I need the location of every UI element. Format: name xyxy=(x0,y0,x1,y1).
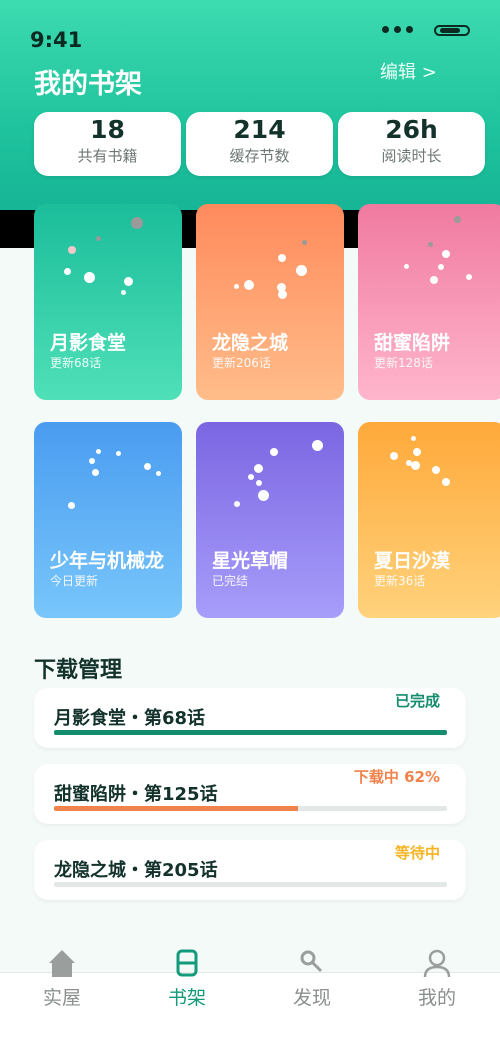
book-update-status: 已完结 xyxy=(212,574,249,588)
stat-label: 共有书籍 xyxy=(77,147,138,165)
download-section-title: 下载管理 xyxy=(34,658,123,683)
stat-cached: 214 缓存节数 xyxy=(186,112,333,176)
book-update-status: 更新36话 xyxy=(374,574,426,588)
book-card[interactable]: 甜蜜陷阱 更新128话 xyxy=(358,204,500,400)
download-item[interactable]: 甜蜜陷阱・第125话 下载中 62% xyxy=(34,764,466,824)
download-item[interactable]: 月影食堂・第68话 已完成 xyxy=(34,688,466,748)
progress-track xyxy=(54,806,447,811)
download-title: 甜蜜陷阱・第125话 xyxy=(54,784,218,805)
progress-fill xyxy=(54,730,447,735)
magnifier-icon xyxy=(300,950,323,973)
status-time: 9:41 xyxy=(30,28,83,52)
book-card[interactable]: 星光草帽 已完结 xyxy=(196,422,344,618)
tab-bar: 实屋 书架 发现 我的 xyxy=(0,949,500,1040)
download-title: 龙隐之城・第205话 xyxy=(54,860,218,881)
book-update-status: 更新206话 xyxy=(212,356,271,370)
book-title: 夏日沙漠 xyxy=(374,550,451,572)
stat-value: 18 xyxy=(90,115,125,144)
book-card[interactable]: 夏日沙漠 更新36话 xyxy=(358,422,500,618)
download-item[interactable]: 龙隐之城・第205话 等待中 xyxy=(34,840,466,900)
tab-label: 我的 xyxy=(417,987,456,1009)
tab-label: 实屋 xyxy=(42,987,81,1009)
download-status: 已完成 xyxy=(394,692,440,710)
bookshelf-icon xyxy=(176,949,198,977)
book-title: 少年与机械龙 xyxy=(50,550,165,572)
book-card[interactable]: 月影食堂 更新68话 xyxy=(34,204,182,400)
download-status: 下载中 62% xyxy=(353,768,440,786)
stat-reading-time: 26h 阅读时长 xyxy=(338,112,485,176)
progress-fill xyxy=(54,806,298,811)
tab-label: 发现 xyxy=(292,987,331,1009)
book-update-status: 更新128话 xyxy=(374,356,433,370)
progress-track xyxy=(54,882,447,887)
person-icon xyxy=(423,949,451,978)
stat-books: 18 共有书籍 xyxy=(34,112,181,176)
tab-label: 书架 xyxy=(167,987,206,1009)
stat-value: 26h xyxy=(385,115,438,144)
edit-button[interactable]: 编辑 > xyxy=(380,58,437,84)
book-card[interactable]: 少年与机械龙 今日更新 xyxy=(34,422,182,618)
page-title: 我的书架 xyxy=(34,69,142,100)
book-card[interactable]: 龙隐之城 更新206话 xyxy=(196,204,344,400)
battery-icon xyxy=(434,25,470,36)
book-update-status: 更新68话 xyxy=(50,356,102,370)
download-title: 月影食堂・第68话 xyxy=(54,708,206,729)
download-status: 等待中 xyxy=(394,844,440,862)
signal-icon xyxy=(382,26,413,33)
house-icon xyxy=(49,950,75,977)
book-title: 星光草帽 xyxy=(212,550,289,572)
book-title: 甜蜜陷阱 xyxy=(374,332,451,354)
book-title: 龙隐之城 xyxy=(212,332,289,354)
stat-label: 阅读时长 xyxy=(381,147,442,165)
stat-value: 214 xyxy=(233,115,286,144)
book-title: 月影食堂 xyxy=(50,332,127,354)
stat-label: 缓存节数 xyxy=(229,147,290,165)
progress-track xyxy=(54,730,447,735)
book-update-status: 今日更新 xyxy=(50,574,99,588)
